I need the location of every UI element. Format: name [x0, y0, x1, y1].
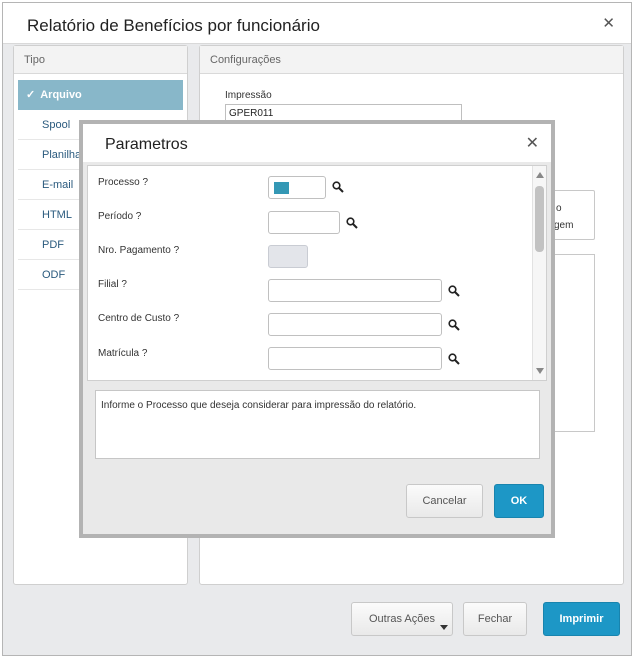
magnifier-icon[interactable] — [332, 181, 344, 193]
processo-input[interactable] — [268, 176, 326, 199]
caret-down-icon — [440, 625, 448, 630]
impressao-label: Impressão — [225, 90, 272, 101]
param-label-nro-pagamento: Nro. Pagamento ? — [98, 245, 180, 256]
tipo-panel-header: Tipo — [14, 46, 187, 74]
periodo-input[interactable] — [268, 211, 340, 234]
filial-input[interactable] — [268, 279, 442, 302]
scroll-thumb[interactable] — [535, 186, 544, 252]
option-box-text: o — [556, 203, 562, 214]
scroll-down-icon[interactable] — [536, 368, 544, 374]
param-label-processo: Processo ? — [98, 177, 149, 188]
param-label-filial: Filial ? — [98, 279, 127, 290]
window-title: Relatório de Benefícios por funcionário — [27, 16, 320, 35]
nro-pagamento-input — [268, 245, 308, 268]
param-label-periodo: Período ? — [98, 211, 142, 222]
magnifier-icon[interactable] — [448, 319, 460, 331]
ok-button[interactable]: OK — [494, 484, 544, 518]
parametros-dialog: Parametros ✕ Processo ? Período ? Nro. P… — [79, 120, 555, 538]
window-header: Relatório de Benefícios por funcionário … — [3, 3, 631, 44]
magnifier-icon[interactable] — [448, 353, 460, 365]
matricula-input[interactable] — [268, 347, 442, 370]
close-icon[interactable]: ✕ — [526, 133, 539, 153]
params-scrollbar[interactable] — [532, 166, 546, 380]
magnifier-icon[interactable] — [346, 217, 358, 229]
config-panel-header: Configurações — [200, 46, 623, 74]
magnifier-icon[interactable] — [448, 285, 460, 297]
outras-acoes-button[interactable]: Outras Ações — [351, 602, 453, 636]
tipo-item-arquivo[interactable]: ✓ Arquivo — [18, 80, 183, 110]
close-icon[interactable]: ✕ — [602, 14, 615, 32]
cancelar-button[interactable]: Cancelar — [406, 484, 483, 518]
option-box-text-2: gem — [554, 220, 574, 231]
dialog-header: Parametros ✕ — [83, 124, 551, 162]
params-list: Processo ? Período ? Nro. Pagamento ? Fi… — [87, 165, 547, 381]
tipo-item-label: Arquivo — [40, 89, 82, 101]
help-text-area: Informe o Processo que deseja considerar… — [95, 390, 540, 459]
scroll-up-icon[interactable] — [536, 172, 544, 178]
imprimir-button[interactable]: Imprimir — [543, 602, 620, 636]
window-footer: Outras Ações Fechar Imprimir — [3, 589, 631, 655]
check-icon: ✓ — [26, 89, 36, 101]
param-label-centro-custo: Centro de Custo ? — [98, 313, 180, 324]
outras-acoes-label: Outras Ações — [368, 613, 436, 625]
dialog-title: Parametros — [105, 136, 188, 153]
centro-custo-input[interactable] — [268, 313, 442, 336]
param-label-matricula: Matrícula ? — [98, 348, 148, 359]
processo-value-swatch — [274, 182, 289, 194]
fechar-button[interactable]: Fechar — [463, 602, 527, 636]
